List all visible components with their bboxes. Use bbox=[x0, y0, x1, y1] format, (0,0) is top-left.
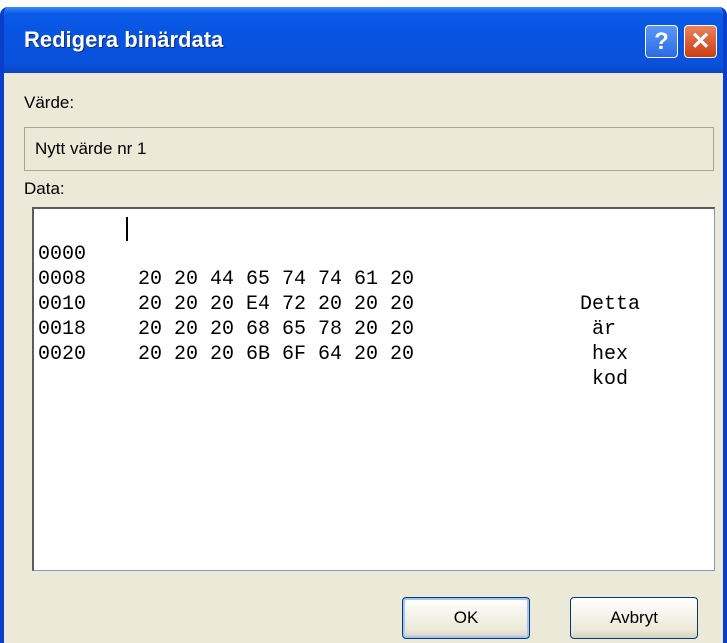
hex-ascii[interactable]: kod bbox=[556, 367, 628, 392]
ok-button-label: OK bbox=[453, 608, 479, 627]
close-button[interactable]: ✕ bbox=[684, 25, 717, 58]
hex-bytes[interactable]: 20 20 20 6B 6F 64 20 20 bbox=[138, 342, 414, 367]
hex-row: 0020 bbox=[38, 317, 110, 442]
hex-address: 0020 bbox=[38, 343, 87, 366]
hex-editor[interactable]: 0000 20 20 44 65 74 74 61 20 Detta 0008 … bbox=[32, 207, 715, 571]
hex-bytes[interactable]: 20 20 20 68 65 78 20 20 bbox=[138, 317, 414, 342]
help-icon: ? bbox=[654, 27, 669, 55]
hex-ascii[interactable]: Detta bbox=[556, 292, 640, 317]
hex-ascii[interactable]: hex bbox=[556, 342, 628, 367]
ok-button[interactable]: OK bbox=[402, 597, 530, 639]
data-label: Data: bbox=[24, 179, 65, 198]
cancel-button-label: Avbryt bbox=[610, 608, 658, 627]
hex-bytes[interactable]: 20 20 20 E4 72 20 20 20 bbox=[138, 292, 414, 317]
cancel-button[interactable]: Avbryt bbox=[570, 597, 698, 639]
help-button[interactable]: ? bbox=[645, 25, 678, 58]
title-bar[interactable]: Redigera binärdata ? ✕ bbox=[4, 7, 723, 73]
text-caret bbox=[126, 217, 128, 241]
edit-binary-dialog: Redigera binärdata ? ✕ Värde: Nytt värde… bbox=[0, 7, 727, 643]
hex-bytes[interactable]: 20 20 44 65 74 74 61 20 bbox=[138, 267, 414, 292]
close-icon: ✕ bbox=[690, 28, 711, 55]
dialog-title: Redigera binärdata bbox=[24, 27, 224, 52]
value-name-label: Värde: bbox=[24, 93, 75, 112]
hex-ascii[interactable]: är bbox=[556, 317, 616, 342]
value-name-field: Nytt värde nr 1 bbox=[24, 127, 714, 171]
